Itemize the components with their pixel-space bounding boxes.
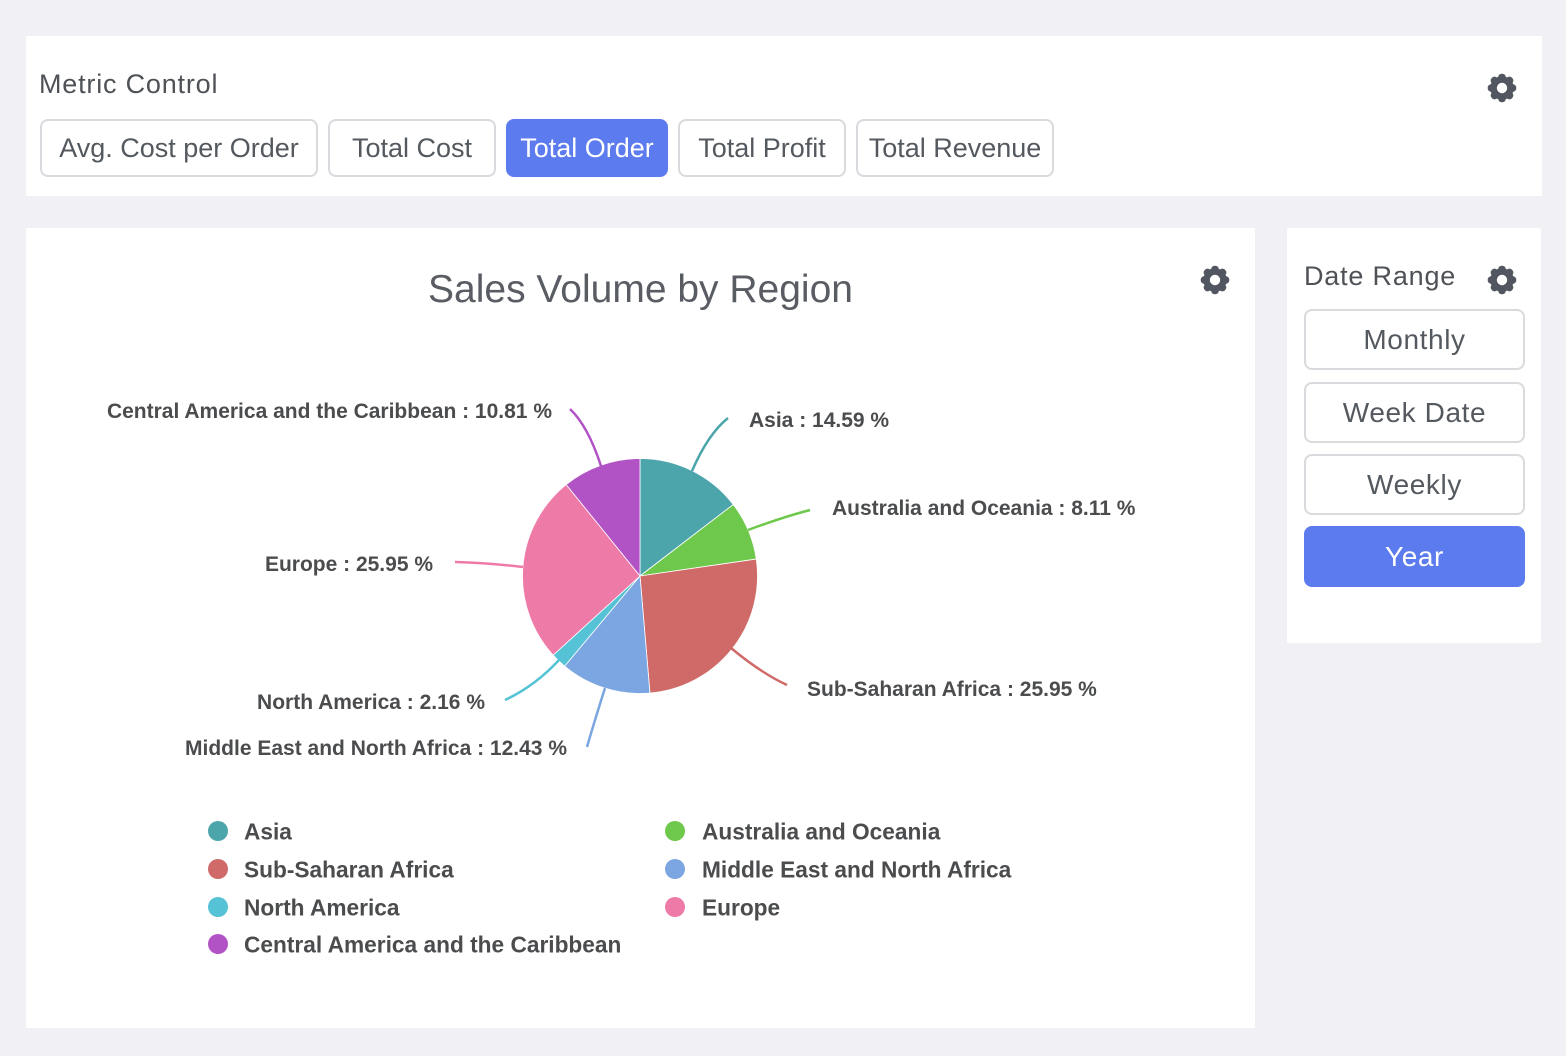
svg-text:Europe : 25.95 %: Europe : 25.95 % xyxy=(265,553,433,576)
svg-text:Asia : 14.59 %: Asia : 14.59 % xyxy=(749,409,889,432)
svg-text:Australia and Oceania : 8.11 %: Australia and Oceania : 8.11 % xyxy=(832,497,1136,520)
svg-text:Asia: Asia xyxy=(244,819,292,845)
svg-text:Middle East and North Africa: Middle East and North Africa xyxy=(702,857,1012,883)
svg-text:Sub-Saharan Africa : 25.95 %: Sub-Saharan Africa : 25.95 % xyxy=(807,678,1097,701)
svg-text:Central America and the Caribb: Central America and the Caribbean : 10.8… xyxy=(107,400,552,423)
svg-text:Australia and Oceania: Australia and Oceania xyxy=(702,819,941,845)
svg-text:Central America and the Caribb: Central America and the Caribbean xyxy=(244,932,621,958)
svg-text:Middle East and North Africa :: Middle East and North Africa : 12.43 % xyxy=(185,737,567,760)
svg-text:North America: North America xyxy=(244,895,400,921)
svg-text:Sub-Saharan Africa: Sub-Saharan Africa xyxy=(244,857,454,883)
svg-text:North America : 2.16 %: North America : 2.16 % xyxy=(257,691,485,714)
svg-text:Europe: Europe xyxy=(702,895,780,921)
